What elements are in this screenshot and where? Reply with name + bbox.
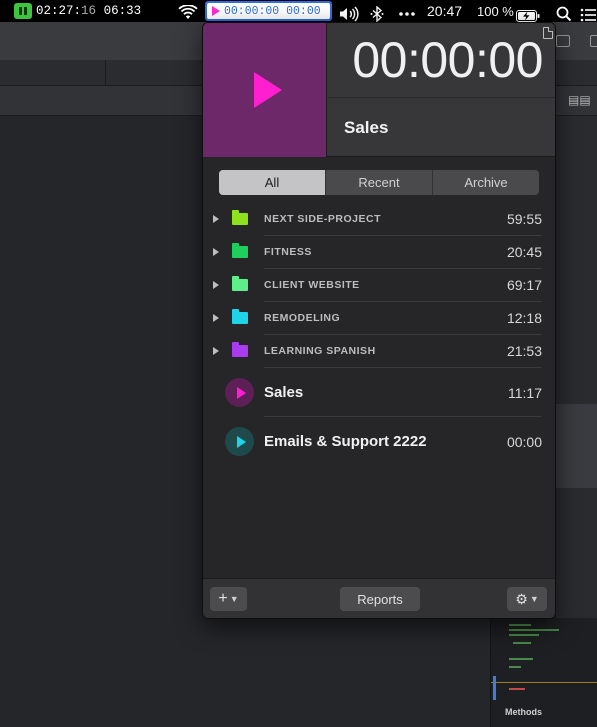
plus-icon: + bbox=[218, 590, 228, 607]
disclosure-triangle-icon[interactable] bbox=[213, 314, 219, 322]
project-name: CLIENT WEBSITE bbox=[264, 279, 360, 291]
battery-percent[interactable]: 100 % bbox=[477, 0, 514, 22]
play-icon bbox=[212, 6, 220, 16]
project-name: NEXT SIDE-PROJECT bbox=[264, 213, 382, 225]
gear-icon: ⚙ bbox=[515, 590, 528, 607]
background-side-block bbox=[555, 404, 597, 488]
project-name: REMODELING bbox=[264, 312, 341, 324]
project-row-learning-spanish[interactable]: LEARNING SPANISH 21:53 bbox=[203, 335, 555, 368]
chevron-down-icon: ▼ bbox=[229, 594, 239, 604]
project-time: 69:17 bbox=[506, 277, 542, 293]
task-time: 00:00 bbox=[506, 434, 542, 450]
add-button[interactable]: + ▼ bbox=[210, 587, 247, 611]
folder-icon bbox=[232, 309, 248, 324]
background-tab[interactable] bbox=[0, 60, 106, 86]
folder-icon bbox=[232, 243, 248, 258]
reports-button[interactable]: Reports bbox=[340, 587, 420, 611]
task-row-emails-support[interactable]: Emails & Support 2222 00:00 bbox=[203, 417, 555, 466]
tracker-time-display: 00:00:00 00:00 bbox=[224, 4, 321, 18]
project-name: LEARNING SPANISH bbox=[264, 345, 376, 357]
popover-footer: + ▼ Reports ⚙ ▼ bbox=[203, 578, 555, 618]
play-task-button[interactable] bbox=[225, 427, 254, 456]
play-icon bbox=[236, 386, 246, 399]
background-window-button[interactable] bbox=[556, 35, 570, 47]
elapsed-timer: 00:00:00 bbox=[328, 23, 555, 98]
project-row-next-side-project[interactable]: NEXT SIDE-PROJECT 59:55 bbox=[203, 203, 555, 236]
chevron-down-icon: ▼ bbox=[529, 594, 539, 604]
background-window-button[interactable] bbox=[590, 35, 597, 47]
time-tracker-popover: 00:00:00 Sales All Recent Archive NEXT S… bbox=[202, 22, 556, 619]
methods-label: Methods bbox=[505, 707, 542, 717]
filter-tabs: All Recent Archive bbox=[219, 170, 539, 195]
project-time: 21:53 bbox=[506, 343, 542, 359]
folder-icon bbox=[232, 210, 248, 225]
start-timer-button[interactable] bbox=[203, 23, 327, 157]
view-toggle-icon[interactable]: ▤▤ bbox=[568, 93, 591, 107]
wifi-icon[interactable] bbox=[178, 2, 198, 24]
disclosure-triangle-icon[interactable] bbox=[213, 215, 219, 223]
project-name: FITNESS bbox=[264, 246, 312, 258]
tab-all[interactable]: All bbox=[219, 170, 326, 195]
task-time: 11:17 bbox=[508, 385, 542, 401]
current-task-title[interactable]: Sales bbox=[344, 118, 388, 138]
play-task-button[interactable] bbox=[225, 378, 254, 407]
menu-bar: 02:27:16 06:33 00:00:00 00:00 20:47 100 … bbox=[0, 0, 597, 22]
project-list: NEXT SIDE-PROJECT 59:55 FITNESS 20:45 CL… bbox=[203, 203, 555, 466]
folder-icon bbox=[232, 276, 248, 291]
tab-recent[interactable]: Recent bbox=[326, 170, 433, 195]
project-time: 59:55 bbox=[506, 211, 542, 227]
pause-icon[interactable] bbox=[14, 3, 32, 19]
project-row-remodeling[interactable]: REMODELING 12:18 bbox=[203, 302, 555, 335]
project-row-fitness[interactable]: FITNESS 20:45 bbox=[203, 236, 555, 269]
tab-archive[interactable]: Archive bbox=[433, 170, 539, 195]
disclosure-triangle-icon[interactable] bbox=[213, 248, 219, 256]
disclosure-triangle-icon[interactable] bbox=[213, 347, 219, 355]
folder-icon bbox=[232, 342, 248, 357]
german-flag-icon[interactable] bbox=[146, 5, 163, 17]
detach-icon[interactable] bbox=[543, 27, 553, 39]
task-row-sales[interactable]: Sales 11:17 bbox=[203, 368, 555, 417]
project-time: 12:18 bbox=[506, 310, 542, 326]
project-time: 20:45 bbox=[506, 244, 542, 260]
timer-elapsed: 02:27:16 06:33 bbox=[36, 4, 142, 18]
pomodoro-timer-widget[interactable]: 02:27:16 06:33 bbox=[14, 0, 141, 22]
popover-header: 00:00:00 Sales bbox=[203, 23, 555, 157]
disclosure-triangle-icon[interactable] bbox=[213, 281, 219, 289]
play-icon bbox=[253, 72, 282, 108]
time-tracker-widget[interactable]: 00:00:00 00:00 bbox=[205, 1, 332, 21]
search-icon[interactable] bbox=[556, 3, 572, 25]
task-name: Sales bbox=[264, 384, 304, 401]
list-icon[interactable] bbox=[580, 4, 596, 26]
project-row-client-website[interactable]: CLIENT WEBSITE 69:17 bbox=[203, 269, 555, 302]
settings-button[interactable]: ⚙ ▼ bbox=[507, 587, 547, 611]
task-name: Emails & Support 2222 bbox=[264, 433, 427, 450]
menu-clock[interactable]: 20:47 bbox=[427, 0, 462, 22]
play-icon bbox=[236, 435, 246, 448]
